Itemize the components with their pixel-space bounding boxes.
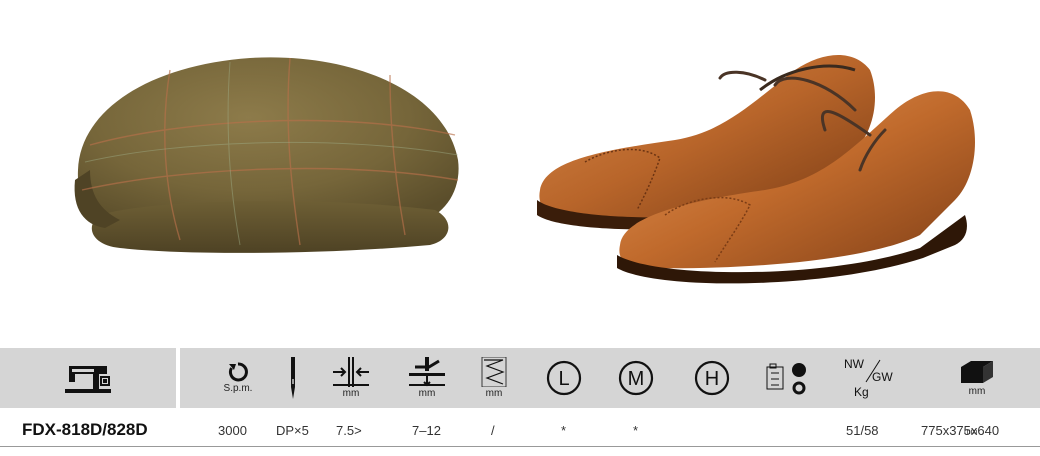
weight-icon: NW GW Kg xyxy=(844,357,893,399)
lubrication-column-header xyxy=(764,348,810,408)
product-photos xyxy=(0,0,1040,345)
lift-unit-label: mm xyxy=(418,388,436,399)
size-value: 775x375x640 xyxy=(921,423,1000,438)
leather-shoes-image xyxy=(537,55,975,284)
rotation-icon xyxy=(228,362,248,382)
feed-column-header: mm xyxy=(480,348,508,408)
svg-text:M: M xyxy=(628,368,645,390)
circle-l-icon: L xyxy=(546,360,582,396)
speed-column-header: S.p.m. xyxy=(218,348,258,408)
spec-table-row: FDX-818D/828D 3000 DP×5 7.5> 7–12 / * * … xyxy=(0,408,1040,448)
circle-m-icon: M xyxy=(618,360,654,396)
flat-cap-image xyxy=(74,57,459,253)
lubrication-icon xyxy=(766,363,806,395)
svg-text:L: L xyxy=(558,368,569,390)
stitch-column-header: mm xyxy=(330,348,372,408)
spec-table-header: S.p.m. mm mm mm L M H NW GW Kg mm xyxy=(0,348,1040,408)
size-unit-label: mm xyxy=(968,386,986,397)
weight-column-header: NW GW Kg xyxy=(840,348,900,408)
header-divider xyxy=(176,348,180,408)
lift-column-header: mm xyxy=(406,348,448,408)
model-name: FDX-818D/828D xyxy=(22,420,148,439)
size-value-unit: mm xyxy=(964,427,978,436)
presser-foot-lift-icon xyxy=(409,357,445,387)
hook-l-value: * xyxy=(561,423,567,438)
circle-h-icon: H xyxy=(694,360,730,396)
needle-icon xyxy=(291,357,295,399)
svg-text:GW: GW xyxy=(872,370,893,384)
speed-unit-label: S.p.m. xyxy=(223,383,253,394)
hook-m-value: * xyxy=(633,423,639,438)
speed-value: 3000 xyxy=(218,423,247,438)
svg-text:H: H xyxy=(705,368,719,390)
stitch-unit-label: mm xyxy=(342,388,360,399)
hook-m-column-header: M xyxy=(616,348,656,408)
box-size-icon xyxy=(961,361,993,383)
hook-h-column-header: H xyxy=(692,348,732,408)
sewing-machine-icon xyxy=(65,366,111,393)
feed-value: / xyxy=(491,423,495,438)
stitch-length-icon xyxy=(333,357,369,387)
needle-value: DP×5 xyxy=(276,423,309,438)
size-column-header: mm xyxy=(952,348,1002,408)
row-divider xyxy=(0,446,1040,447)
svg-text:NW: NW xyxy=(844,357,865,371)
machine-column-header xyxy=(0,348,176,408)
hook-l-column-header: L xyxy=(544,348,584,408)
feed-unit-label: mm xyxy=(485,388,503,399)
needle-column-header xyxy=(284,348,302,408)
weight-value: 51/58 xyxy=(846,423,879,438)
svg-text:Kg: Kg xyxy=(854,385,869,399)
stitch-length-value: 7.5> xyxy=(336,423,362,438)
feed-icon xyxy=(481,357,507,387)
presser-lift-value: 7–12 xyxy=(412,423,441,438)
